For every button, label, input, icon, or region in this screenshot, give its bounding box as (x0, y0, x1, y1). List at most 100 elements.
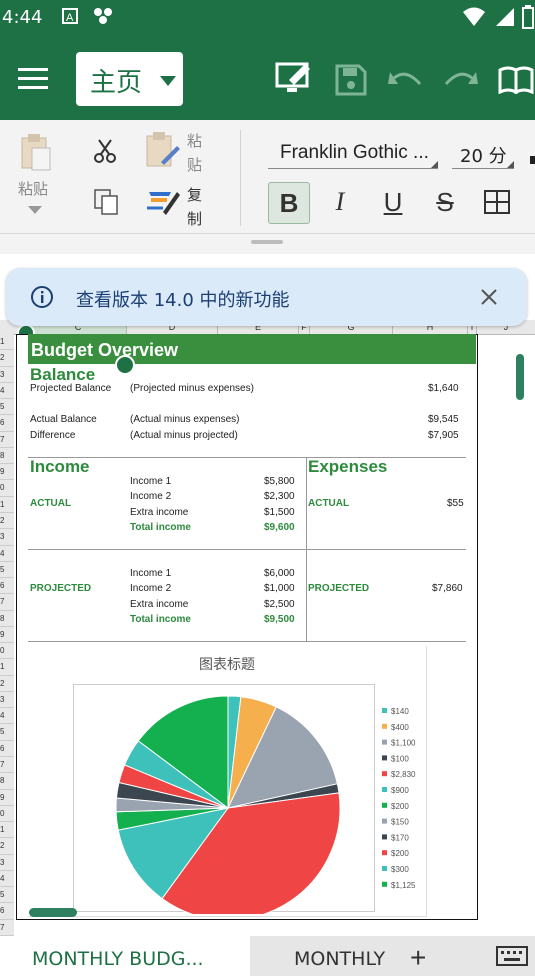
spreadsheet-grid[interactable]: C D E F G H I J 123456789012345678901234… (0, 320, 535, 936)
row-header[interactable]: 4 (0, 382, 14, 400)
row-header[interactable]: 1 (0, 496, 14, 513)
actual-balance-value[interactable]: $9,545 (428, 414, 459, 425)
expenses-projected-value[interactable]: $7,860 (432, 583, 463, 594)
projected-balance-value[interactable]: $1,640 (428, 383, 459, 394)
income-actual-item-label[interactable]: Extra income (130, 507, 188, 518)
borders-icon[interactable] (484, 190, 510, 214)
row-header[interactable]: 6 (0, 415, 14, 432)
income-actual-total-label[interactable]: Total income (130, 522, 191, 533)
income-actual-item-value[interactable]: $1,500 (264, 507, 295, 518)
income-projected-item-label[interactable]: Extra income (130, 599, 188, 610)
income-projected-total-label[interactable]: Total income (130, 614, 191, 625)
sheet-tab-active[interactable]: MONTHLY BUDG... (0, 936, 250, 976)
row-header[interactable]: 3 (0, 529, 14, 546)
font-size-dropdown[interactable]: 20 分 (452, 140, 514, 169)
undo-icon[interactable] (388, 68, 424, 92)
paste-special-button[interactable]: 粘 贴 (145, 128, 211, 176)
title-banner[interactable]: Budget Overview (28, 334, 476, 364)
expenses-projected-label[interactable]: PROJECTED (308, 583, 369, 594)
row-header[interactable]: 8 (0, 447, 14, 465)
underline-button[interactable]: U (373, 182, 413, 222)
expenses-actual-label[interactable]: ACTUAL (308, 498, 349, 509)
row-header[interactable]: 1 (0, 659, 14, 676)
row-header[interactable]: 3 (0, 366, 14, 383)
row-header[interactable]: 0 (0, 805, 14, 823)
income-projected-label[interactable]: PROJECTED (30, 583, 91, 594)
expenses-actual-value[interactable]: $55 (447, 498, 464, 509)
copy-icon[interactable] (93, 188, 121, 216)
ribbon-drag-handle[interactable] (251, 240, 283, 244)
income-actual-item-label[interactable]: Income 1 (130, 476, 171, 487)
income-projected-total-value[interactable]: $9,500 (264, 614, 295, 625)
horizontal-scrollbar[interactable] (29, 908, 77, 917)
difference-desc[interactable]: (Actual minus projected) (130, 430, 238, 441)
save-icon[interactable] (335, 64, 367, 96)
menu-icon[interactable] (18, 68, 48, 90)
row-header[interactable]: 6 (0, 740, 14, 758)
income-projected-item-value[interactable]: $6,000 (264, 568, 295, 579)
row-header[interactable]: 9 (0, 464, 14, 481)
cut-icon[interactable] (93, 138, 119, 164)
row-header[interactable]: 3 (0, 854, 14, 871)
income-actual-item-label[interactable]: Income 2 (130, 491, 171, 502)
income-actual-item-value[interactable]: $5,800 (264, 476, 295, 487)
row-header[interactable]: 0 (0, 480, 14, 497)
read-mode-icon[interactable] (498, 66, 535, 94)
income-projected-item-value[interactable]: $2,500 (264, 599, 295, 610)
paste-dropdown-icon[interactable] (28, 206, 42, 214)
redo-icon[interactable] (442, 68, 478, 92)
row-header[interactable]: 0 (0, 643, 14, 660)
row-header[interactable]: 1 (0, 334, 14, 351)
format-painter-button[interactable]: 复 制 (145, 182, 211, 230)
row-header[interactable]: 1 (0, 822, 14, 839)
vertical-scrollbar[interactable] (516, 354, 524, 400)
income-projected-item-label[interactable]: Income 2 (130, 583, 171, 594)
income-projected-item-label[interactable]: Income 1 (130, 568, 171, 579)
row-header[interactable]: 2 (0, 675, 14, 692)
row-header[interactable]: 2 (0, 512, 14, 530)
row-header[interactable]: 7 (0, 431, 14, 448)
actual-balance-desc[interactable]: (Actual minus expenses) (130, 414, 240, 425)
row-header[interactable]: 5 (0, 887, 14, 904)
row-header[interactable]: 3 (0, 691, 14, 709)
paste-button[interactable]: 粘贴 (14, 134, 58, 226)
row-header[interactable]: 7 (0, 757, 14, 774)
whats-new-text[interactable]: 查看版本 14.0 中的新功能 (76, 286, 290, 312)
income-actual-item-value[interactable]: $2,300 (264, 491, 295, 502)
draw-screen-icon[interactable] (275, 60, 315, 96)
difference-label[interactable]: Difference (30, 430, 75, 441)
income-actual-total-value[interactable]: $9,600 (264, 522, 295, 533)
bold-button[interactable]: B (268, 182, 310, 224)
row-header[interactable]: 2 (0, 838, 14, 855)
row-header[interactable]: 5 (0, 724, 14, 741)
whats-new-banner[interactable]: 查看版本 14.0 中的新功能 (6, 268, 527, 326)
row-header[interactable]: 5 (0, 399, 14, 416)
row-header[interactable]: 7 (0, 594, 14, 611)
add-sheet-button[interactable]: + (410, 942, 426, 974)
row-header[interactable]: 4 (0, 545, 14, 562)
row-header[interactable]: 9 (0, 789, 14, 806)
row-header[interactable]: 7 (0, 919, 14, 936)
italic-button[interactable]: I (320, 182, 360, 222)
income-actual-label[interactable]: ACTUAL (30, 498, 71, 509)
row-header[interactable]: 4 (0, 870, 14, 888)
keyboard-icon[interactable] (496, 946, 530, 972)
row-header[interactable]: 2 (0, 350, 14, 367)
close-icon[interactable] (480, 288, 498, 306)
sheet-tab[interactable]: MONTHLY (250, 936, 390, 976)
selection-handle-end[interactable] (115, 355, 135, 375)
row-header[interactable]: 4 (0, 708, 14, 725)
row-header[interactable]: 5 (0, 561, 14, 579)
row-header[interactable]: 6 (0, 903, 14, 920)
chart-area[interactable]: 图表标题 $140 $400 $1,100 $100 $2,830 $900 $200 $15… (28, 646, 427, 917)
home-tab-selector[interactable]: 主页 (76, 52, 183, 106)
row-header[interactable]: 8 (0, 773, 14, 790)
difference-value[interactable]: $7,905 (428, 430, 459, 441)
row-header[interactable]: 6 (0, 578, 14, 595)
row-header[interactable]: 9 (0, 626, 14, 644)
actual-balance-label[interactable]: Actual Balance (30, 414, 97, 425)
row-header[interactable]: 8 (0, 610, 14, 627)
projected-balance-label[interactable]: Projected Balance (30, 383, 111, 394)
strikethrough-button[interactable]: S (425, 182, 465, 222)
projected-balance-desc[interactable]: (Projected minus expenses) (130, 383, 254, 394)
